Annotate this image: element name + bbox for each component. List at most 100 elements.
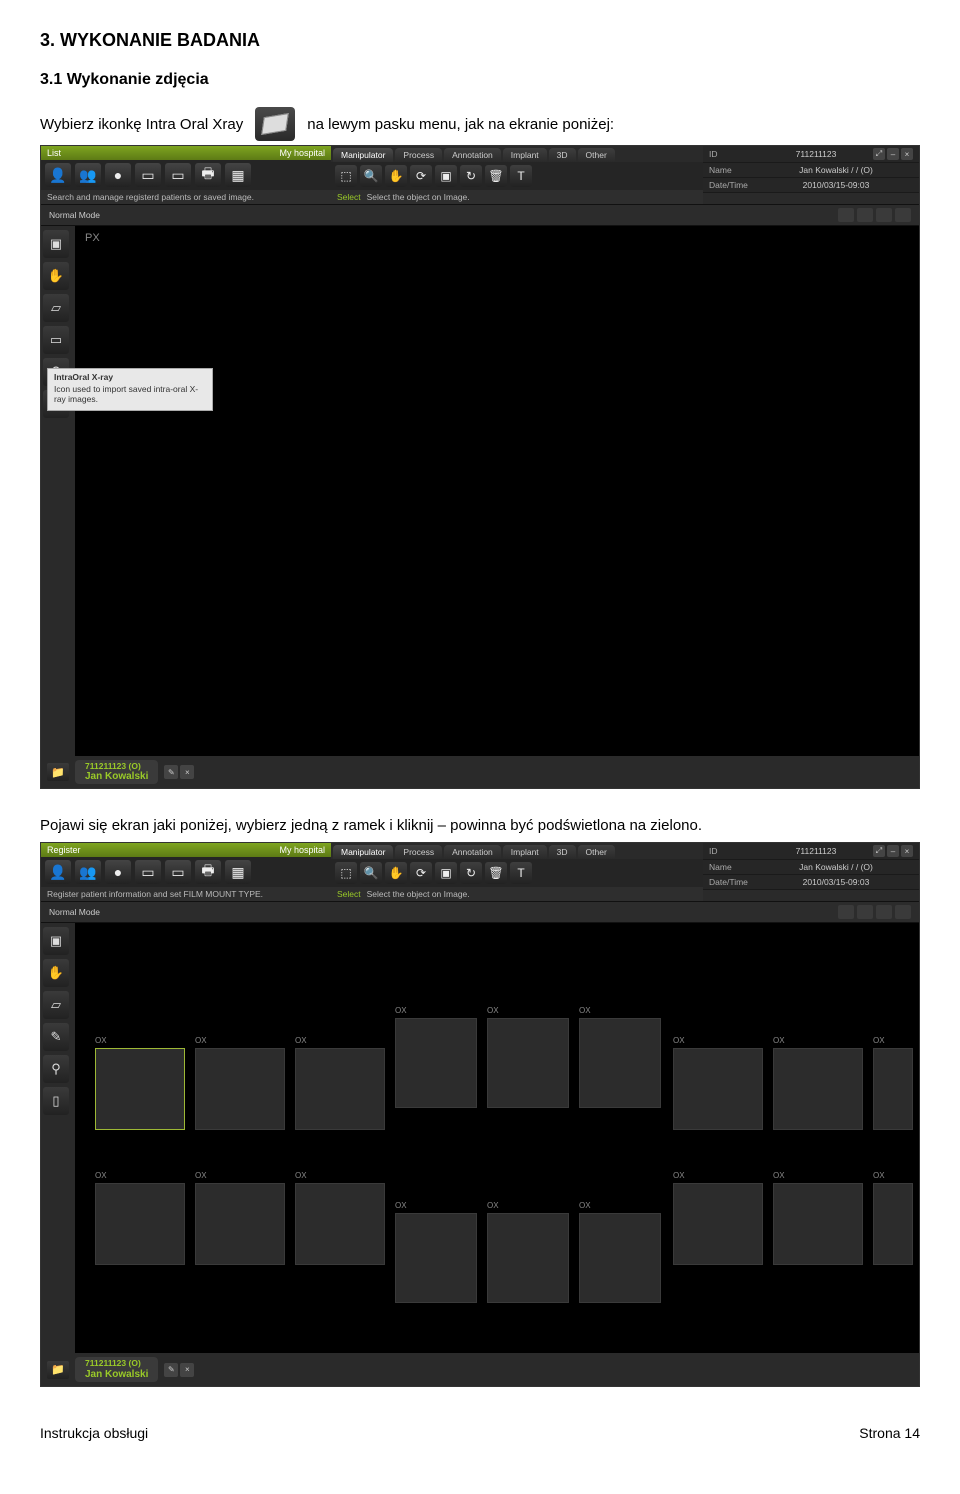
- sidetool-hand-icon[interactable]: ✋: [43, 959, 69, 987]
- select-label: Select: [337, 889, 361, 899]
- reload-icon[interactable]: ↻: [460, 165, 482, 187]
- tab-process[interactable]: Process: [395, 148, 442, 162]
- fit-icon[interactable]: ▣: [435, 165, 457, 187]
- expand-icon[interactable]: ⤢: [873, 148, 885, 160]
- tab-annotation[interactable]: Annotation: [444, 845, 501, 859]
- name-value: Jan Kowalski / / (O): [759, 165, 913, 175]
- tab-other[interactable]: Other: [578, 148, 615, 162]
- chip-close-icon[interactable]: ×: [180, 1363, 194, 1377]
- group-icon[interactable]: 👥: [75, 163, 101, 187]
- mount-slot[interactable]: [95, 1183, 185, 1265]
- tab-3d[interactable]: 3D: [549, 845, 576, 859]
- layout-icon[interactable]: ▦: [225, 860, 251, 884]
- refresh-icon[interactable]: ●: [105, 163, 131, 187]
- mount-slot[interactable]: [673, 1048, 763, 1130]
- tab-manipulator[interactable]: Manipulator: [333, 845, 393, 859]
- tab-manipulator[interactable]: Manipulator: [333, 148, 393, 162]
- mode-btn-1[interactable]: [838, 905, 854, 919]
- sidetool-capture-icon[interactable]: ▣: [43, 230, 69, 258]
- pan-icon[interactable]: ✋: [385, 862, 407, 884]
- mount-slot[interactable]: [873, 1048, 913, 1130]
- list-label[interactable]: List: [47, 148, 61, 158]
- trash-icon[interactable]: 🗑: [485, 165, 507, 187]
- mode-btn-3[interactable]: [876, 905, 892, 919]
- search-icon[interactable]: 🔍: [360, 165, 382, 187]
- tab-other[interactable]: Other: [578, 845, 615, 859]
- minimize-icon[interactable]: –: [887, 845, 899, 857]
- scanner-icon[interactable]: ▭: [165, 163, 191, 187]
- canvas[interactable]: OX OX OX OX OX OX OX OX OX: [75, 923, 919, 1353]
- patient-icon[interactable]: 👤: [45, 163, 71, 187]
- sidetool-scan-icon[interactable]: ▭: [43, 326, 69, 354]
- select-tool-icon[interactable]: ⬚: [335, 165, 357, 187]
- mount-slot[interactable]: [395, 1018, 477, 1108]
- slot-label: OX: [95, 1036, 107, 1045]
- mode-btn-2[interactable]: [857, 905, 873, 919]
- mount-slot[interactable]: [773, 1183, 863, 1265]
- sidetool-intraoral-icon[interactable]: ▱: [43, 991, 69, 1019]
- group-icon[interactable]: 👥: [75, 860, 101, 884]
- tab-annotation[interactable]: Annotation: [444, 148, 501, 162]
- mount-slot[interactable]: [873, 1183, 913, 1265]
- mount-slot[interactable]: [487, 1213, 569, 1303]
- mode-btn-4[interactable]: [895, 208, 911, 222]
- chip-edit-icon[interactable]: ✎: [164, 765, 178, 779]
- search-icon[interactable]: 🔍: [360, 862, 382, 884]
- reload-icon[interactable]: ↻: [460, 862, 482, 884]
- mount-slot[interactable]: [295, 1048, 385, 1130]
- layout-icon[interactable]: ▦: [225, 163, 251, 187]
- mount-slot[interactable]: [395, 1213, 477, 1303]
- mode-btn-1[interactable]: [838, 208, 854, 222]
- tab-process[interactable]: Process: [395, 845, 442, 859]
- mount-slot[interactable]: [579, 1213, 661, 1303]
- tab-3d[interactable]: 3D: [549, 148, 576, 162]
- minimize-icon[interactable]: –: [887, 148, 899, 160]
- trash-icon[interactable]: 🗑: [485, 862, 507, 884]
- sidetool-hand-icon[interactable]: ✋: [43, 262, 69, 290]
- fit-icon[interactable]: ▣: [435, 862, 457, 884]
- card-icon[interactable]: ▭: [135, 860, 161, 884]
- text-icon[interactable]: T: [510, 862, 532, 884]
- sidetool-device-icon[interactable]: ▯: [43, 1087, 69, 1115]
- patient-chip[interactable]: 711211123 (O) Jan Kowalski: [75, 1357, 158, 1381]
- mode-btn-4[interactable]: [895, 905, 911, 919]
- print-icon[interactable]: 🖶: [195, 860, 221, 884]
- mount-slot[interactable]: [579, 1018, 661, 1108]
- print-icon[interactable]: 🖶: [195, 163, 221, 187]
- canvas[interactable]: PX IntraOral X-ray Icon used to import s…: [75, 226, 919, 756]
- mount-slot[interactable]: [295, 1183, 385, 1265]
- mount-slot[interactable]: [487, 1018, 569, 1108]
- rotate-icon[interactable]: ⟳: [410, 862, 432, 884]
- chip-edit-icon[interactable]: ✎: [164, 1363, 178, 1377]
- close-icon[interactable]: ×: [901, 845, 913, 857]
- register-label[interactable]: Register: [47, 845, 81, 855]
- close-icon[interactable]: ×: [901, 148, 913, 160]
- patient-chip[interactable]: 711211123 (O) Jan Kowalski: [75, 760, 158, 784]
- mount-slot[interactable]: [195, 1183, 285, 1265]
- pan-icon[interactable]: ✋: [385, 165, 407, 187]
- scanner-icon[interactable]: ▭: [165, 860, 191, 884]
- mount-slot[interactable]: [773, 1048, 863, 1130]
- sidetool-probe-icon[interactable]: ⚲: [43, 1055, 69, 1083]
- mode-btn-3[interactable]: [876, 208, 892, 222]
- tab-implant[interactable]: Implant: [503, 148, 547, 162]
- sidetool-pen-icon[interactable]: ✎: [43, 1023, 69, 1051]
- mount-slot[interactable]: [95, 1048, 185, 1130]
- select-tool-icon[interactable]: ⬚: [335, 862, 357, 884]
- refresh-icon[interactable]: ●: [105, 860, 131, 884]
- mount-slot[interactable]: [673, 1183, 763, 1265]
- patient-icon[interactable]: 👤: [45, 860, 71, 884]
- sidetool-capture-icon[interactable]: ▣: [43, 927, 69, 955]
- card-icon[interactable]: ▭: [135, 163, 161, 187]
- mount-slot[interactable]: [195, 1048, 285, 1130]
- mode-btn-2[interactable]: [857, 208, 873, 222]
- folder-icon[interactable]: 📁: [47, 763, 69, 781]
- tab-implant[interactable]: Implant: [503, 845, 547, 859]
- text-icon[interactable]: T: [510, 165, 532, 187]
- footer-left: Instrukcja obsługi: [40, 1425, 148, 1441]
- expand-icon[interactable]: ⤢: [873, 845, 885, 857]
- sidetool-intraoral-icon[interactable]: ▱: [43, 294, 69, 322]
- chip-close-icon[interactable]: ×: [180, 765, 194, 779]
- folder-icon[interactable]: 📁: [47, 1361, 69, 1379]
- rotate-icon[interactable]: ⟳: [410, 165, 432, 187]
